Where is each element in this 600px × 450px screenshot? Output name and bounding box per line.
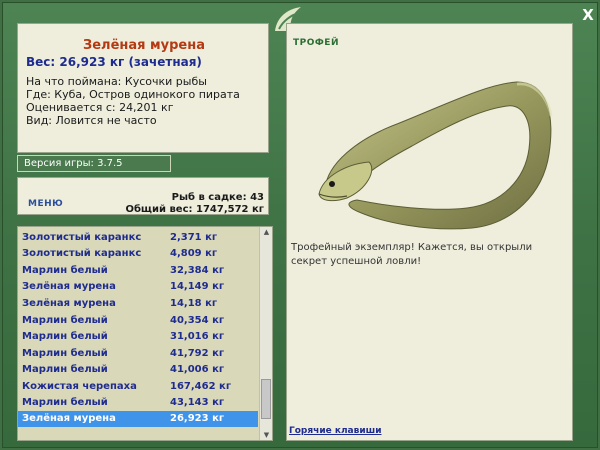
list-item-name: Кожистая черепаха — [22, 381, 137, 392]
menu-header: МЕНЮ Рыб в садке: 43 Общий вес: 1747,572… — [17, 177, 269, 215]
fish-kind: Вид: Ловится не часто — [26, 114, 157, 127]
list-item[interactable]: Золотистый каранкс 4,809 кг — [18, 246, 258, 262]
list-item-name: Марлин белый — [22, 315, 108, 326]
list-item-name: Марлин белый — [22, 265, 108, 276]
fish-weight: Вес: 26,923 кг (зачетная) — [26, 55, 202, 69]
list-scrollbar[interactable]: ▲ ▼ — [259, 227, 272, 440]
list-item[interactable]: Марлин белый 43,143 кг — [18, 395, 258, 411]
hotkeys-link[interactable]: Горячие клавиши — [289, 426, 382, 436]
catch-list: Золотистый каранкс 2,371 кг Золотистый к… — [17, 226, 273, 441]
moray-eel-image — [318, 81, 553, 230]
list-item[interactable]: Марлин белый 41,792 кг — [18, 346, 258, 362]
list-item-weight: 40,354 кг — [170, 315, 225, 326]
fish-count: Рыб в садке: 43 — [171, 192, 264, 203]
fish-info-panel: Зелёная мурена Вес: 26,923 кг (зачетная)… — [17, 23, 269, 153]
list-item-name: Золотистый каранкс — [22, 248, 142, 259]
list-item[interactable]: Марлин белый 41,006 кг — [18, 362, 258, 378]
list-item[interactable]: Кожистая черепаха 167,462 кг — [18, 379, 258, 395]
list-item-name: Марлин белый — [22, 331, 108, 342]
list-item-weight: 32,384 кг — [170, 265, 225, 276]
list-item-name: Марлин белый — [22, 397, 108, 408]
fish-value: Оценивается с: 24,201 кг — [26, 101, 174, 114]
list-item-name: Марлин белый — [22, 348, 108, 359]
menu-button[interactable]: МЕНЮ — [28, 199, 63, 209]
scrollbar-thumb[interactable] — [261, 379, 271, 419]
list-item-name: Марлин белый — [22, 364, 108, 375]
close-button[interactable]: X — [578, 5, 598, 25]
game-window: X Зелёная мурена Вес: 26,923 кг (зачетна… — [2, 2, 598, 448]
list-item-weight: 43,143 кг — [170, 397, 225, 408]
list-item-weight: 41,006 кг — [170, 364, 225, 375]
list-item-name: Зелёная мурена — [22, 413, 116, 424]
list-item-selected[interactable]: Зелёная мурена 26,923 кг — [18, 411, 258, 427]
list-item[interactable]: Зелёная мурена 14,18 кг — [18, 296, 258, 312]
list-item-weight: 14,18 кг — [170, 298, 218, 309]
list-item-weight: 2,371 кг — [170, 232, 218, 243]
list-item[interactable]: Золотистый каранкс 2,371 кг — [18, 230, 258, 246]
fish-location: Где: Куба, Остров одинокого пирата — [26, 88, 240, 101]
trophy-panel: ТРОФЕЙ Трофейный экземпляр! Кажется, вы … — [286, 23, 573, 441]
fish-title: Зелёная мурена — [83, 38, 205, 53]
close-icon: X — [582, 6, 594, 24]
total-weight: Общий вес: 1747,572 кг — [125, 204, 264, 215]
trophy-message: Трофейный экземпляр! Кажется, вы открыли… — [291, 242, 533, 267]
list-item[interactable]: Марлин белый 40,354 кг — [18, 313, 258, 329]
list-item-weight: 41,792 кг — [170, 348, 225, 359]
list-item-weight: 31,016 кг — [170, 331, 225, 342]
list-item-name: Зелёная мурена — [22, 281, 116, 292]
list-item[interactable]: Марлин белый 31,016 кг — [18, 329, 258, 345]
list-item[interactable]: Марлин белый 32,384 кг — [18, 263, 258, 279]
list-item-weight: 14,149 кг — [170, 281, 225, 292]
game-version: Версия игры: 3.7.5 — [17, 155, 171, 172]
scroll-down-icon[interactable]: ▼ — [260, 430, 272, 440]
list-item-name: Зелёная мурена — [22, 298, 116, 309]
list-item-weight: 167,462 кг — [170, 381, 232, 392]
scroll-up-icon[interactable]: ▲ — [260, 227, 272, 237]
list-item-name: Золотистый каранкс — [22, 232, 142, 243]
list-item-weight: 26,923 кг — [170, 413, 225, 424]
fish-bait: На что поймана: Кусочки рыбы — [26, 75, 207, 88]
list-item[interactable]: Зелёная мурена 14,149 кг — [18, 279, 258, 295]
list-item-weight: 4,809 кг — [170, 248, 218, 259]
keepnet-stats: Рыб в садке: 43 Общий вес: 1747,572 кг — [125, 192, 264, 216]
